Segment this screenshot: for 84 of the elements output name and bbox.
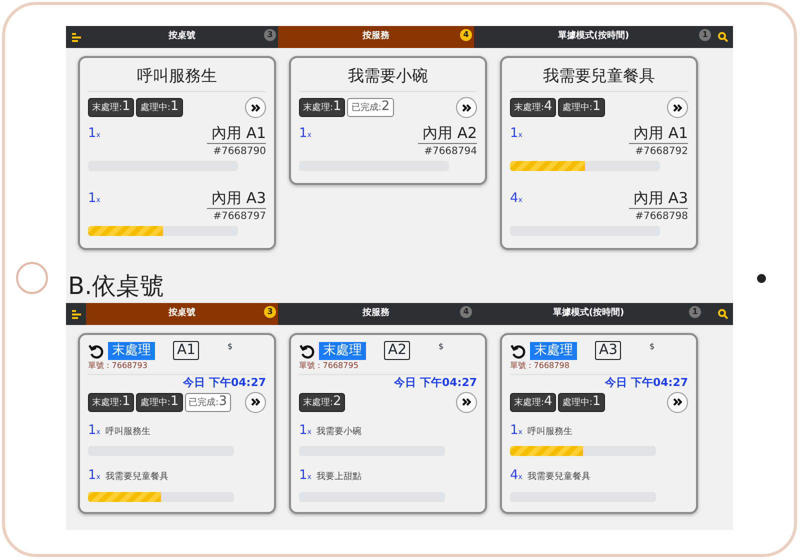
refresh-icon[interactable] (510, 342, 526, 358)
order-number: #7668794 (423, 145, 477, 159)
status-count: 末處理:1 (88, 392, 134, 412)
count-badge: 3 (264, 29, 276, 41)
table-name: 內用 A3 (207, 189, 266, 209)
count-badge: 1 (699, 29, 711, 41)
next-button[interactable] (456, 392, 477, 412)
order-number: 單號 : 7668795 (299, 360, 477, 375)
currency-symbol: $ (649, 341, 655, 353)
status-count: 處理中:1 (558, 98, 605, 117)
status-label: 末處理 (108, 342, 155, 360)
item-name: 我需要小碗 (316, 426, 362, 438)
double-chevron-icon (462, 104, 471, 112)
status-count: 已完成:3 (184, 392, 231, 412)
item-name: 呼叫服務生 (527, 426, 572, 438)
item-name: 我需要兒童餐具 (527, 471, 590, 484)
menu-icon[interactable] (72, 32, 80, 42)
refresh-icon[interactable] (299, 342, 315, 358)
order-number: 單號 : 7668798 (510, 360, 688, 375)
status-count: 處理中:1 (136, 98, 183, 117)
next-button[interactable] (245, 97, 266, 118)
search-icon[interactable] (718, 32, 728, 42)
tab[interactable]: 按服務 4 (278, 26, 474, 48)
currency-symbol: $ (227, 341, 233, 353)
item-name: 我要上甜點 (316, 471, 362, 484)
table-number: A2 (384, 341, 410, 360)
order-number: 單號 : 7668793 (88, 360, 266, 375)
count-badge: 4 (460, 306, 472, 318)
item-name: 我需要兒童餐具 (105, 471, 168, 484)
count-badge: 4 (460, 29, 472, 41)
tab[interactable]: 按桌號 3 (86, 303, 278, 325)
next-button[interactable] (245, 392, 266, 412)
tab[interactable]: 按桌號 3 (86, 26, 278, 48)
card-title: 我需要小碗 (299, 64, 477, 92)
order-number: #7668792 (634, 145, 688, 159)
order-time: 今日 下午04:27 (604, 375, 688, 391)
menu-icon[interactable] (72, 310, 80, 318)
double-chevron-icon (251, 398, 260, 406)
tab-label: 按桌號 (168, 30, 196, 44)
order-number: #7668790 (212, 145, 266, 159)
section-heading: B.依桌號 (67, 271, 166, 302)
tab-label: 按服務 (362, 30, 390, 44)
status-count: 處理中:1 (136, 392, 183, 412)
next-button[interactable] (667, 97, 688, 118)
table-number: A1 (173, 341, 200, 360)
count-badge: 1 (689, 306, 701, 318)
tab-label: 按桌號 (168, 307, 196, 320)
status-label: 末處理 (319, 342, 366, 360)
table-name: 內用 A3 (629, 189, 688, 209)
card-title: 我需要兒童餐具 (510, 64, 688, 92)
table-number: A3 (595, 341, 622, 360)
item-name: 呼叫服務生 (105, 426, 150, 438)
refresh-icon[interactable] (88, 342, 104, 358)
status-count: 已完成:2 (347, 98, 394, 117)
tab[interactable]: 按服務 4 (278, 303, 474, 325)
next-button[interactable] (667, 392, 688, 412)
card-title: 呼叫服務生 (88, 64, 266, 92)
tab-label: 按服務 (362, 307, 390, 320)
tab[interactable]: 單據模式(按時間) 1 (474, 303, 703, 325)
tab[interactable]: 單據模式(按時間) 1 (474, 26, 713, 48)
status-label: 末處理 (530, 342, 577, 360)
table-name: 內用 A1 (629, 124, 688, 144)
status-count: 末處理:2 (299, 392, 346, 412)
table-name: 內用 A1 (207, 124, 266, 144)
double-chevron-icon (462, 398, 471, 406)
double-chevron-icon (251, 104, 260, 112)
search-icon[interactable] (718, 309, 728, 319)
double-chevron-icon (673, 398, 682, 406)
status-count: 末處理:1 (88, 98, 134, 117)
order-time: 今日 下午04:27 (393, 375, 477, 391)
double-chevron-icon (673, 104, 682, 112)
next-button[interactable] (456, 97, 477, 118)
count-badge: 3 (264, 306, 276, 318)
tab-label: 單據模式(按時間) (552, 307, 624, 320)
status-count: 末處理:4 (510, 392, 556, 412)
status-count: 末處理:1 (299, 98, 346, 117)
status-count: 處理中:1 (558, 392, 605, 412)
order-number: #7668797 (212, 210, 266, 224)
status-count: 末處理:4 (510, 98, 556, 117)
currency-symbol: $ (438, 341, 444, 353)
order-time: 今日 下午04:27 (182, 375, 266, 391)
table-name: 內用 A2 (418, 124, 477, 144)
tab-label: 單據模式(按時間) (558, 30, 630, 44)
order-number: #7668798 (634, 210, 688, 224)
